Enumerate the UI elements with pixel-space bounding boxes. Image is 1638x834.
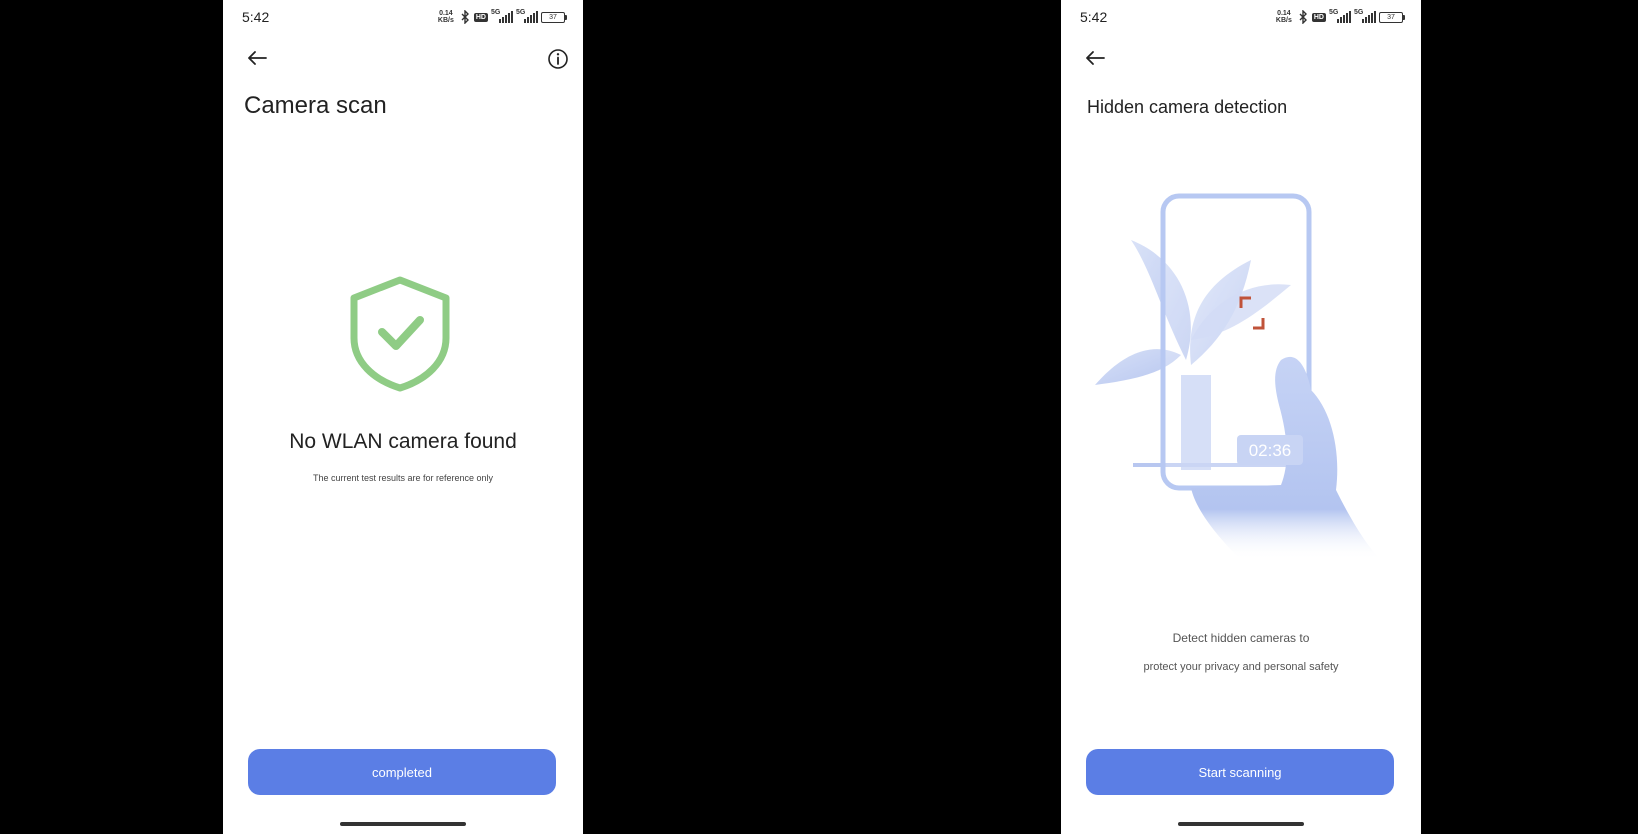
hidden-camera-detection-screen: 5:42 0.14 KB/s HD 5G 5G 37 Hidden camera… <box>1061 0 1421 834</box>
home-indicator[interactable] <box>1178 822 1304 826</box>
signal-icon: 5G <box>1354 9 1376 23</box>
status-bar: 5:42 0.14 KB/s HD 5G 5G 37 <box>1061 0 1421 34</box>
hd-voice-badge: HD <box>1311 12 1326 22</box>
description-line-1: Detect hidden cameras to <box>1172 631 1310 645</box>
phone-scan-illustration: 02:36 <box>1095 193 1381 560</box>
page-title: Camera scan <box>244 92 387 119</box>
battery-icon: 37 <box>541 11 567 23</box>
completed-button[interactable]: completed <box>248 749 556 795</box>
status-bar: 5:42 0.14 KB/s HD 5G 5G 37 <box>223 0 583 34</box>
hd-voice-badge: HD <box>473 12 488 22</box>
bluetooth-icon <box>461 10 469 24</box>
network-speed: 0.14 KB/s <box>437 10 454 24</box>
signal-icon: 5G <box>516 9 538 23</box>
home-indicator[interactable] <box>340 822 466 826</box>
start-scanning-button[interactable]: Start scanning <box>1086 749 1394 795</box>
bluetooth-icon <box>1299 10 1307 24</box>
result-subtitle: The current test results are for referen… <box>312 473 494 483</box>
description-line-2: protect your privacy and personal safety <box>1143 661 1339 673</box>
signal-icon: 5G <box>491 9 513 23</box>
signal-icon: 5G <box>1329 9 1351 23</box>
page-title: Hidden camera detection <box>1087 97 1288 117</box>
status-icons: 0.14 KB/s HD 5G 5G 37 <box>1274 9 1405 24</box>
status-time: 5:42 <box>242 9 270 25</box>
back-arrow-icon[interactable] <box>1083 46 1107 70</box>
status-icons: 0.14 KB/s HD 5G 5G 37 <box>436 9 567 24</box>
shield-check-icon <box>350 276 450 392</box>
info-icon[interactable] <box>547 48 569 70</box>
battery-icon: 37 <box>1379 11 1405 23</box>
status-time: 5:42 <box>1080 9 1108 25</box>
illustration-timer: 02:36 <box>1249 441 1292 460</box>
back-arrow-icon[interactable] <box>245 46 269 70</box>
network-speed: 0.14 KB/s <box>1275 10 1292 24</box>
result-title: No WLAN camera found <box>289 430 517 453</box>
camera-scan-screen: 5:42 0.14 KB/s HD 5G 5G 37 Camera scan N… <box>223 0 583 834</box>
